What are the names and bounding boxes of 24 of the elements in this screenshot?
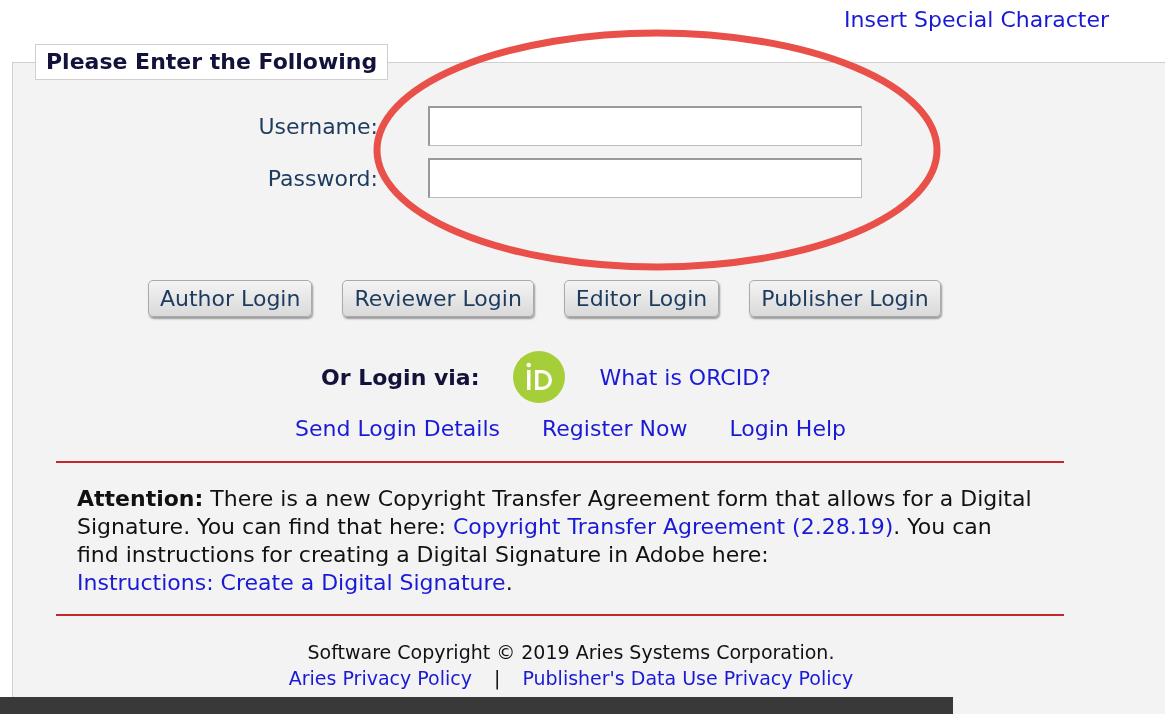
input-field[interactable] xyxy=(428,158,862,198)
account-link[interactable]: Register Now xyxy=(542,411,688,447)
login-button[interactable]: Editor Login xyxy=(563,280,720,317)
attention-notice: Attention: There is a new Copyright Transfer Agreement form that allows for a Digital Signature. You can find that here: Copyright Transfer Agreement (2.28.19). You can find instructions for creating a Digital Signature in Adobe here: Instructions: Create a Digital Signature. xyxy=(77,485,1032,597)
insert-special-character-link[interactable]: Insert Special Character xyxy=(844,7,1109,32)
account-link[interactable]: Send Login Details xyxy=(295,411,500,447)
notice-link[interactable]: (2.28.19) xyxy=(792,514,894,539)
orcid-id-icon[interactable] xyxy=(513,351,566,403)
login-button[interactable]: Author Login xyxy=(148,280,313,317)
privacy-policy-link[interactable]: Aries Privacy Policy xyxy=(288,665,472,691)
notice-link[interactable]: Copyright Transfer Agreement xyxy=(452,514,786,539)
login-button[interactable]: Publisher Login xyxy=(749,280,941,317)
login-button[interactable]: Reviewer Login xyxy=(342,280,534,317)
privacy-policy-link[interactable]: Publisher's Data Use Privacy Policy xyxy=(522,665,854,691)
account-link[interactable]: Login Help xyxy=(729,411,846,447)
field-label: Username: xyxy=(257,113,378,139)
panel-legend: Please Enter the Following xyxy=(35,44,389,80)
notice-link[interactable]: Instructions: Create a Digital Signature xyxy=(77,570,506,595)
copyright-text: Software Copyright © 2019 Aries Systems Corporation. xyxy=(306,640,836,665)
what-is-orcid-link[interactable]: What is ORCID? xyxy=(599,364,771,390)
login-via-label: Or Login via: xyxy=(321,364,480,390)
field-label: Password: xyxy=(266,165,378,191)
separator: | xyxy=(494,666,501,691)
input-field[interactable] xyxy=(428,106,862,146)
